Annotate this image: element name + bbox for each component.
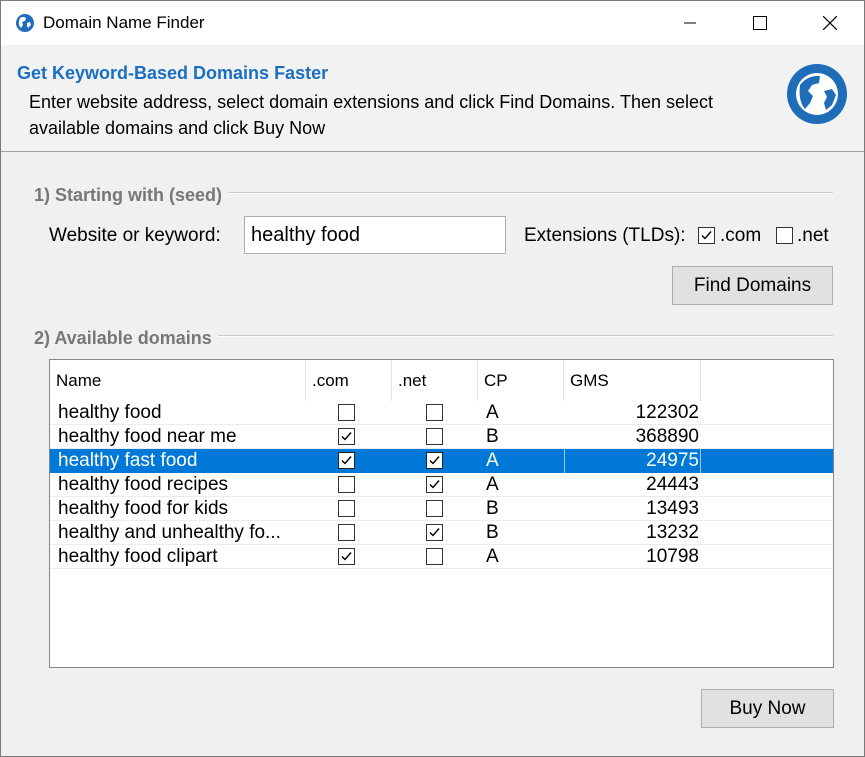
extensions-label: Extensions (TLDs): bbox=[524, 225, 686, 246]
gms-value: 10798 bbox=[646, 546, 699, 567]
check-icon bbox=[341, 432, 352, 441]
gms-value: 13493 bbox=[646, 498, 699, 519]
check-icon bbox=[341, 552, 352, 561]
gms-value: 122302 bbox=[635, 402, 699, 423]
cp-value: B bbox=[486, 498, 499, 519]
domain-name: healthy food near me bbox=[58, 426, 237, 447]
net-checkbox[interactable] bbox=[426, 452, 443, 469]
check-icon bbox=[429, 480, 440, 489]
net-checkbox[interactable] bbox=[426, 428, 443, 445]
domain-name: healthy food for kids bbox=[58, 498, 229, 519]
minimize-button[interactable] bbox=[655, 1, 725, 45]
table-row[interactable]: healthy and unhealthy fo... B 13232 bbox=[50, 521, 833, 545]
cell-separator bbox=[700, 449, 701, 473]
net-checkbox[interactable] bbox=[426, 476, 443, 493]
title-bar[interactable]: Domain Name Finder bbox=[1, 1, 864, 45]
ext-net-label: .net bbox=[797, 225, 829, 246]
check-icon bbox=[701, 231, 712, 240]
com-checkbox[interactable] bbox=[338, 404, 355, 421]
seed-group-title: 1) Starting with (seed) bbox=[34, 185, 229, 206]
cp-value: B bbox=[486, 522, 499, 543]
keyword-input[interactable]: healthy food bbox=[244, 216, 506, 254]
domain-name: healthy food bbox=[58, 402, 162, 423]
cp-value: A bbox=[486, 546, 499, 567]
com-checkbox[interactable] bbox=[338, 428, 355, 445]
cell-separator bbox=[564, 449, 565, 473]
net-checkbox[interactable] bbox=[426, 500, 443, 517]
globe-icon bbox=[16, 14, 34, 32]
globe-icon bbox=[787, 64, 847, 124]
header-title: Get Keyword-Based Domains Faster bbox=[17, 63, 329, 83]
results-group-title: 2) Available domains bbox=[34, 328, 218, 349]
com-checkbox[interactable] bbox=[338, 524, 355, 541]
ext-com-label: .com bbox=[720, 225, 762, 246]
cp-value: A bbox=[486, 450, 499, 471]
window-title: Domain Name Finder bbox=[43, 13, 205, 32]
check-icon bbox=[341, 456, 352, 465]
gms-value: 24443 bbox=[646, 474, 699, 495]
minimize-icon bbox=[684, 22, 696, 24]
column-header-gms[interactable]: GMS bbox=[564, 360, 701, 401]
cp-value: A bbox=[486, 474, 499, 495]
domain-name: healthy fast food bbox=[58, 450, 198, 471]
table-row[interactable]: healthy food clipart A 10798 bbox=[50, 545, 833, 569]
net-checkbox[interactable] bbox=[426, 524, 443, 541]
com-checkbox[interactable] bbox=[338, 452, 355, 469]
table-header: Name .com .net CP GMS bbox=[50, 360, 833, 401]
maximize-button[interactable] bbox=[725, 1, 795, 45]
header-description: Enter website address, select domain ext… bbox=[29, 92, 714, 138]
column-header-net[interactable]: .net bbox=[392, 360, 478, 401]
check-icon bbox=[429, 528, 440, 537]
com-checkbox[interactable] bbox=[338, 500, 355, 517]
domain-name: healthy food recipes bbox=[58, 474, 229, 495]
net-checkbox[interactable] bbox=[426, 548, 443, 565]
column-header-com[interactable]: .com bbox=[306, 360, 392, 401]
domains-table[interactable]: Name .com .net CP GMS healthy food A 12230… bbox=[49, 359, 834, 668]
close-icon bbox=[823, 16, 837, 30]
gms-value: 13232 bbox=[646, 522, 699, 543]
table-row[interactable]: healthy food near me B 368890 bbox=[50, 425, 833, 449]
domain-name: healthy food clipart bbox=[58, 546, 218, 567]
buy-now-button[interactable]: Buy Now bbox=[701, 689, 834, 728]
cp-value: B bbox=[486, 426, 499, 447]
header-panel: Get Keyword-Based Domains Faster Enter w… bbox=[1, 45, 864, 152]
domain-name: healthy and unhealthy fo... bbox=[58, 522, 281, 543]
table-row[interactable]: healthy food A 122302 bbox=[50, 401, 833, 425]
check-icon bbox=[429, 456, 440, 465]
com-checkbox[interactable] bbox=[338, 548, 355, 565]
table-row[interactable]: healthy food for kids B 13493 bbox=[50, 497, 833, 521]
com-checkbox[interactable] bbox=[338, 476, 355, 493]
cp-value: A bbox=[486, 402, 499, 423]
column-header-cp[interactable]: CP bbox=[478, 360, 564, 401]
table-row[interactable]: healthy food recipes A 24443 bbox=[50, 473, 833, 497]
net-checkbox[interactable] bbox=[426, 404, 443, 421]
ext-net-checkbox[interactable] bbox=[776, 227, 793, 244]
keyword-label: Website or keyword: bbox=[49, 225, 221, 246]
ext-com-checkbox[interactable] bbox=[698, 227, 715, 244]
maximize-icon bbox=[753, 16, 767, 30]
close-button[interactable] bbox=[795, 1, 865, 45]
table-row[interactable]: healthy fast food A 24975 bbox=[50, 449, 833, 473]
find-domains-button[interactable]: Find Domains bbox=[672, 266, 833, 305]
app-window: Domain Name Finder Get Keyword-Based Dom… bbox=[0, 0, 865, 757]
gms-value: 24975 bbox=[646, 450, 699, 471]
column-header-name[interactable]: Name bbox=[50, 360, 306, 401]
gms-value: 368890 bbox=[635, 426, 699, 447]
